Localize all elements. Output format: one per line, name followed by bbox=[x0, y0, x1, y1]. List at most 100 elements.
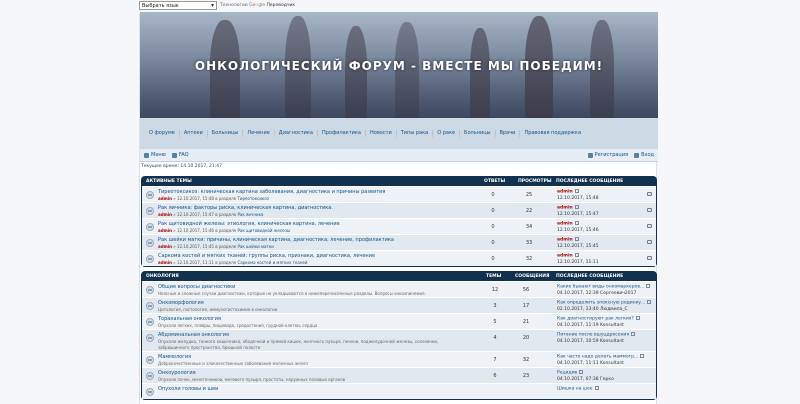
topic-forum-link[interactable]: Рак шейки матки bbox=[237, 244, 273, 249]
goto-post-icon[interactable] bbox=[574, 189, 579, 193]
goto-post-icon[interactable] bbox=[574, 237, 579, 241]
topic-views: 33 bbox=[525, 240, 533, 246]
topic-forum-link[interactable]: Тиреотоксикоз bbox=[237, 196, 268, 201]
last-post-title-link[interactable]: Рецидив bbox=[557, 371, 577, 376]
google-logo-e: e bbox=[262, 3, 266, 8]
forum-title-link[interactable]: Онкоурология bbox=[158, 370, 196, 376]
forum-row: Общие вопросы диагностики Неясные и сложн… bbox=[142, 281, 656, 297]
topic-title-link[interactable]: Рак щитовидной железы: этиология, клинич… bbox=[158, 221, 340, 227]
goto-post-icon[interactable] bbox=[574, 221, 579, 225]
forum-description-2: забрюшинного пространства, брюшной полос… bbox=[158, 345, 261, 350]
forum-title-link[interactable]: Торакальная онкология bbox=[158, 316, 221, 322]
replies-header: ОТВЕТЫ bbox=[484, 179, 506, 184]
forum-title-link[interactable]: Общие вопросы диагностики bbox=[158, 284, 235, 290]
google-translate-bar: Выбрать язык Технологии Google Переводчи… bbox=[139, 1, 295, 10]
nav-item[interactable]: Больницы bbox=[460, 130, 496, 137]
faq-link[interactable]: FAQ bbox=[171, 152, 189, 158]
topic-author-link[interactable]: admin bbox=[158, 244, 172, 249]
last-post-title-link[interactable]: Шишка на шее bbox=[557, 387, 593, 392]
topic-author-link[interactable]: admin bbox=[158, 228, 172, 233]
forum-title-link[interactable]: Маммология bbox=[158, 354, 191, 360]
translate-link[interactable]: Переводчик bbox=[267, 3, 296, 8]
goto-post-icon[interactable] bbox=[579, 370, 584, 374]
topic-forum-link[interactable]: Саркома костей и мягких тканей bbox=[237, 260, 307, 265]
forum-title-link[interactable]: Абдоминальная онкология bbox=[158, 332, 229, 338]
active-topics-title: АКТИВНЫЕ ТЕМЫ bbox=[146, 179, 192, 184]
topic-views: 25 bbox=[525, 192, 533, 198]
forum-last-post: Питание после вшуцдросения 04.10.2017, 10… bbox=[557, 332, 636, 345]
topic-title-link[interactable]: Рак яичника: факторы риска, клиническая … bbox=[158, 205, 333, 211]
topic-row: Рак шейки матки: причины, клиническая ка… bbox=[142, 234, 656, 250]
topic-last-post: admin 12.10.2017, 11:11 bbox=[557, 253, 599, 266]
topic-forum-link[interactable]: Рак яичника bbox=[237, 212, 263, 217]
last-post-title-link[interactable]: Как часто надо делать маммогр... bbox=[557, 355, 638, 360]
topic-meta-text: » 12.10.2017, 11:11 в разделе bbox=[171, 260, 238, 265]
menu-link[interactable]: Меню bbox=[144, 152, 166, 158]
forum-topics-count: 7 bbox=[493, 357, 497, 363]
nav-item[interactable]: Больницы bbox=[208, 130, 244, 137]
goto-post-icon[interactable] bbox=[631, 332, 636, 336]
login-icon bbox=[634, 152, 640, 158]
goto-post-icon[interactable] bbox=[647, 300, 652, 304]
forum-last-post: Как диагностируют рак легких? 04.10.2017,… bbox=[557, 316, 640, 329]
forum-topics-count: 12 bbox=[491, 287, 499, 293]
nav-item[interactable]: Новости bbox=[366, 130, 397, 137]
register-link[interactable]: Регистрация bbox=[587, 152, 628, 158]
forum-title-link[interactable]: Онкоморфология bbox=[158, 300, 204, 306]
forum-posts-count: 20 bbox=[522, 335, 530, 341]
last-post-date: 02.10.2017, 13:40 Людмила_С bbox=[557, 306, 628, 312]
nav-item[interactable]: О форуме bbox=[145, 130, 180, 137]
login-link[interactable]: Вход bbox=[634, 152, 654, 158]
last-post-user-link[interactable]: admin bbox=[557, 222, 573, 227]
forum-last-post: Как определить эпоксную родинку... 02.10.… bbox=[557, 300, 652, 313]
goto-post-icon[interactable] bbox=[594, 386, 599, 390]
oncology-box: ОНКОЛОГИЯ ТЕМЫ СООБЩЕНИЯ ПОСЛЕДНЕЕ СООБЩ… bbox=[141, 271, 657, 400]
topic-forum-link[interactable]: Рак щитовидной железы bbox=[237, 228, 290, 233]
goto-post-icon[interactable] bbox=[574, 205, 579, 209]
topic-author-link[interactable]: admin bbox=[158, 196, 172, 201]
last-post-user-link[interactable]: admin bbox=[557, 254, 573, 259]
goto-post-icon[interactable] bbox=[640, 354, 645, 358]
topic-author-link[interactable]: admin bbox=[158, 212, 172, 217]
goto-post-icon[interactable] bbox=[646, 284, 651, 288]
header-banner[interactable]: ОНКОЛОГИЧЕСКИЙ ФОРУМ - ВМЕСТЕ МЫ ПОБЕДИМ… bbox=[140, 12, 658, 118]
topic-title-link[interactable]: Саркома костей и мягких тканей: группы р… bbox=[158, 253, 375, 259]
last-post-title-link[interactable]: Какие бывают виды онкомаркеров... bbox=[557, 285, 644, 290]
last-post-title-link[interactable]: Питание после вшуцдросения bbox=[557, 333, 629, 338]
last-post-title-link[interactable]: Как определить эпоксную родинку... bbox=[557, 301, 645, 306]
topics-header: ТЕМЫ bbox=[486, 274, 502, 279]
topic-row: Рак щитовидной железы: этиология, клинич… bbox=[142, 218, 656, 234]
topic-title-link[interactable]: Рак шейки матки: причины, клиническая ка… bbox=[158, 237, 394, 243]
nav-item[interactable]: О раке bbox=[433, 130, 461, 137]
main-nav: О форуме Аптеки Больницы Лечение Диагностика… bbox=[140, 118, 658, 149]
last-post-title-line: Шишка на шее bbox=[557, 386, 599, 393]
topic-read-icon bbox=[146, 239, 154, 247]
last-post-user-link[interactable]: admin bbox=[557, 238, 573, 243]
forum-read-icon bbox=[146, 388, 154, 396]
last-post-user-link[interactable]: admin bbox=[557, 190, 573, 195]
topic-title-link[interactable]: Тиреотоксикоз: клиническая картина забол… bbox=[158, 189, 385, 195]
topic-meta: admin » 12.10.2017, 11:11 в разделе Сарк… bbox=[158, 260, 308, 265]
nav-item[interactable]: Правовая поддержка bbox=[520, 130, 585, 137]
nav-item[interactable]: Лечение bbox=[243, 130, 275, 137]
topic-author-link[interactable]: admin bbox=[158, 260, 172, 265]
language-select[interactable]: Выбрать язык bbox=[139, 1, 217, 10]
forum-topics-count: 6 bbox=[493, 373, 497, 379]
forum-row: Маммология Доброкачественные и злокачеств… bbox=[142, 351, 656, 367]
nav-item[interactable]: Диагностика bbox=[275, 130, 318, 137]
forum-last-post: Шишка на шее bbox=[557, 386, 599, 393]
powered-text: Технологии bbox=[220, 3, 248, 8]
nav-item[interactable]: Аптеки bbox=[180, 130, 208, 137]
last-post-user-link[interactable]: admin bbox=[557, 206, 573, 211]
forum-title-link[interactable]: Опухоли головы и шеи bbox=[158, 386, 218, 392]
nav-item[interactable]: Типы рака bbox=[397, 130, 434, 137]
last-post-title-link[interactable]: Как диагностируют рак легких? bbox=[557, 317, 634, 322]
topic-row: Рак яичника: факторы риска, клиническая … bbox=[142, 202, 656, 218]
goto-post-icon[interactable] bbox=[635, 316, 640, 320]
nav-item[interactable]: Врачи bbox=[496, 130, 521, 137]
forum-description: Опухоли легких, плевры, пищевода, средос… bbox=[158, 323, 318, 328]
page-wrapper: ОНКОЛОГИЧЕСКИЙ ФОРУМ - ВМЕСТЕ МЫ ПОБЕДИМ… bbox=[139, 12, 658, 404]
goto-post-icon[interactable] bbox=[574, 253, 579, 257]
register-icon bbox=[587, 152, 593, 158]
nav-item[interactable]: Профилактика bbox=[318, 130, 366, 137]
